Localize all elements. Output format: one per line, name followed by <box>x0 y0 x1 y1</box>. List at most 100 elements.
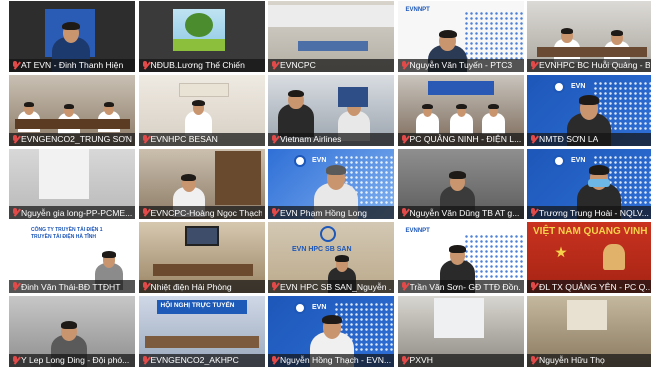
mic-muted-icon <box>401 355 407 365</box>
mic-muted-icon <box>401 282 407 291</box>
mic-muted-icon <box>12 282 18 291</box>
participant-caption: Nhiệt điện Hải Phòng <box>138 280 265 294</box>
participant-caption: Trần Văn Sơn- GĐ TTĐ Đồn... <box>397 280 524 294</box>
video-tile[interactable]: EVN HPC SB SAN EVN HPC SB SAN_Nguyễn ... <box>268 222 394 294</box>
video-tile[interactable]: PXVH <box>397 296 524 367</box>
participant-caption: ĐL TX QUẢNG YÊN - PC Q... <box>527 280 651 294</box>
participant-caption: Nguyễn Văn Dũng TB AT g... <box>397 206 524 220</box>
mic-muted-icon <box>530 282 536 291</box>
participant-caption: NĐUB.Lương Thế Chiến <box>138 58 265 72</box>
participant-name: Vietnam Airlines <box>280 134 342 145</box>
participant-name: Đinh Văn Thái-BĐ TTĐHT <box>21 281 121 292</box>
participant-name: Nguyễn Hồng Thạch - EVN... <box>280 355 391 366</box>
mic-muted-icon <box>271 282 277 291</box>
participant-caption: EVNGENCO2_AKHPC <box>138 353 265 367</box>
video-tile[interactable]: CÔNG TY TRUYỀN TẢI ĐIỆN 1 TRUYỀN TẢI ĐIỆN… <box>9 222 135 294</box>
participant-caption: Vietnam Airlines <box>268 132 394 146</box>
participant-name: ĐL TX QUẢNG YÊN - PC Q... <box>539 281 650 292</box>
participant-caption: Nguyễn Hồng Thạch - EVN... <box>268 353 394 367</box>
video-tile[interactable]: EVNCPC <box>268 1 394 72</box>
participant-name: Trần Văn Sơn- GĐ TTĐ Đồn... <box>409 281 521 292</box>
mic-muted-icon <box>530 208 536 217</box>
video-grid: AT EVN - Đinh Thanh Hiện NĐUB.Lương Thế C… <box>9 1 651 371</box>
evn-logo-text: EVN <box>571 82 586 90</box>
mic-muted-icon <box>12 355 18 365</box>
video-tile[interactable]: Nhiệt điện Hải Phòng <box>138 222 265 294</box>
video-tile[interactable]: EVNHPC BESAN <box>138 74 265 146</box>
video-tile[interactable]: EVN Nguyễn Hồng Thạch - EVN... <box>268 296 394 367</box>
mic-muted-icon <box>142 134 148 144</box>
participant-name: EVNGENCO2_TRUNG SƠN <box>21 134 132 145</box>
video-tile[interactable]: Nguyễn gia long-PP-PCME... <box>9 148 135 220</box>
evn-logo-icon <box>294 154 306 167</box>
participant-name: PC QUẢNG NINH - ĐIỆN L... <box>409 134 521 145</box>
participant-name: NMTĐ SƠN LA <box>539 134 599 145</box>
participant-name: EVN Phạm Hồng Long <box>280 207 367 218</box>
participant-name: EVNGENCO2_AKHPC <box>150 355 239 366</box>
participant-caption: EVNHPC BC Huỗi Quảng - B... <box>527 58 651 72</box>
video-tile[interactable]: PC QUẢNG NINH - ĐIỆN L... <box>397 74 524 146</box>
participant-caption: EVNGENCO2_TRUNG SƠN <box>9 132 135 146</box>
mic-muted-icon <box>142 282 148 291</box>
participant-name: EVNHPC BC Huỗi Quảng - B... <box>539 60 650 71</box>
participant-caption: EVN HPC SB SAN_Nguyễn ... <box>268 280 394 294</box>
mic-muted-icon <box>271 355 277 365</box>
video-tile[interactable]: EVNCPC-Hoàng Ngọc Thạch <box>138 148 265 220</box>
video-tile[interactable]: Y Lep Long Ding - Đội phó... <box>9 296 135 367</box>
mic-muted-icon <box>12 60 18 70</box>
evn-logo-text: EVN <box>312 304 327 312</box>
participant-caption: PXVH <box>397 353 524 367</box>
participant-caption: Nguyễn Văn Tuyến - PTC3 <box>397 58 524 72</box>
mic-muted-icon <box>271 134 277 144</box>
mic-muted-icon <box>271 208 277 217</box>
participant-caption: EVN Phạm Hồng Long <box>268 206 394 220</box>
participant-name: AT EVN - Đinh Thanh Hiện <box>21 60 124 71</box>
participant-name: Nhiệt điện Hải Phòng <box>150 281 232 292</box>
participant-caption: EVNCPC-Hoàng Ngọc Thạch <box>138 206 265 220</box>
mic-muted-icon <box>401 208 407 217</box>
mic-muted-icon <box>12 208 18 217</box>
video-tile[interactable]: EVNGENCO2_TRUNG SƠN <box>9 74 135 146</box>
evn-logo-icon <box>294 302 306 315</box>
video-tile[interactable]: AT EVN - Đinh Thanh Hiện <box>9 1 135 72</box>
participant-name: EVN HPC SB SAN_Nguyễn ... <box>280 281 391 292</box>
participant-caption: EVNHPC BESAN <box>138 132 265 146</box>
participant-caption: Nguyễn gia long-PP-PCME... <box>9 206 135 220</box>
video-tile[interactable]: EVNNPT Trần Văn Sơn- GĐ TTĐ Đồn... <box>397 222 524 294</box>
participant-name: EVNCPC <box>280 60 316 71</box>
video-tile[interactable]: Nguyễn Văn Dũng TB AT g... <box>397 148 524 220</box>
video-tile[interactable]: EVN NMTĐ SƠN LA <box>527 74 651 146</box>
video-tile[interactable]: Nguyễn Hữu Thọ <box>527 296 651 367</box>
video-tile[interactable]: NĐUB.Lương Thế Chiến <box>138 1 265 72</box>
mic-muted-icon <box>530 60 536 70</box>
video-tile[interactable]: EVNHPC BC Huỗi Quảng - B... <box>527 1 651 72</box>
video-tile[interactable]: HỘI NGHỊ TRỰC TUYẾN EVNGENCO2_AKHPC <box>138 296 265 367</box>
participant-name: Trương Trung Hoài - NQLV... <box>539 207 649 218</box>
evn-logo-text: EVN <box>571 156 586 164</box>
mic-muted-icon <box>401 134 407 144</box>
mic-muted-icon <box>530 355 536 365</box>
participant-caption: Nguyễn Hữu Thọ <box>527 353 651 367</box>
mic-muted-icon <box>142 60 148 70</box>
mic-muted-icon <box>271 60 277 70</box>
participant-name: EVNCPC-Hoàng Ngọc Thạch <box>150 207 262 218</box>
video-tile[interactable]: EVN Trương Trung Hoài - NQLV... <box>527 148 651 220</box>
participant-name: PXVH <box>409 355 433 366</box>
participant-name: Nguyễn Văn Dũng TB AT g... <box>409 207 520 218</box>
participant-name: NĐUB.Lương Thế Chiến <box>150 60 245 71</box>
mic-muted-icon <box>530 134 536 144</box>
video-tile[interactable]: Vietnam Airlines <box>268 74 394 146</box>
participant-caption: AT EVN - Đinh Thanh Hiện <box>9 58 135 72</box>
participant-name: Nguyễn Văn Tuyến - PTC3 <box>409 60 513 71</box>
participant-caption: Y Lep Long Ding - Đội phó... <box>9 353 135 367</box>
evn-logo-text: EVN <box>312 156 327 164</box>
participant-name: Nguyễn Hữu Thọ <box>539 355 605 366</box>
mic-muted-icon <box>142 355 148 365</box>
video-tile[interactable]: VIỆT NAM QUANG VINH ĐL TX QUẢNG YÊN - PC … <box>527 222 651 294</box>
participant-name: Nguyễn gia long-PP-PCME... <box>21 207 132 218</box>
video-tile[interactable]: EVNNPT Nguyễn Văn Tuyến - PTC3 <box>397 1 524 72</box>
participant-caption: Đinh Văn Thái-BĐ TTĐHT <box>9 280 135 294</box>
participant-name: EVNHPC BESAN <box>150 134 218 145</box>
participant-caption: PC QUẢNG NINH - ĐIỆN L... <box>397 132 524 146</box>
video-tile[interactable]: EVN EVN Phạm Hồng Long <box>268 148 394 220</box>
